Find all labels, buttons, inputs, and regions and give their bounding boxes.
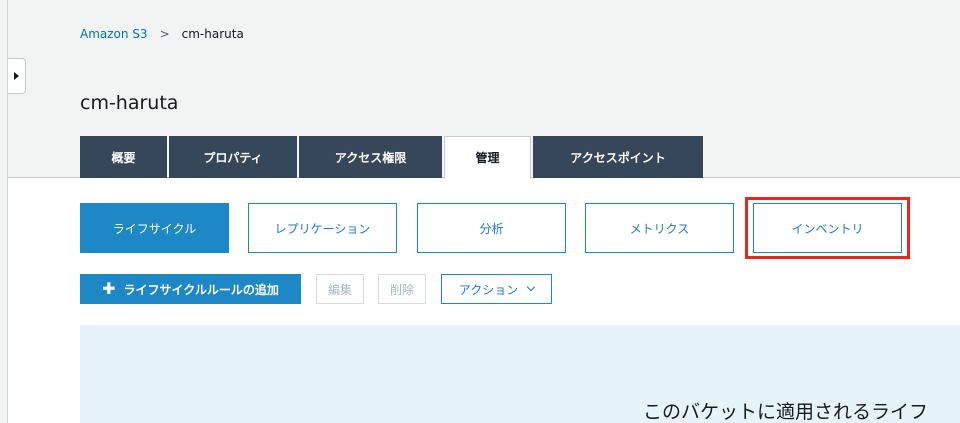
actions-label: アクション: [458, 282, 519, 297]
breadcrumb: Amazon S3 > cm-haruta: [80, 27, 244, 41]
chevron-down-icon: [526, 282, 536, 292]
breadcrumb-current: cm-haruta: [181, 27, 244, 41]
breadcrumb-separator: >: [159, 27, 170, 41]
caret-right-icon: [14, 72, 19, 80]
subtab-lifecycle[interactable]: ライフサイクル: [80, 203, 229, 253]
delete-button[interactable]: 削除: [378, 274, 426, 304]
plus-icon: ✚: [102, 279, 116, 298]
add-lifecycle-rule-button[interactable]: ✚ ライフサイクルルールの追加: [80, 274, 301, 304]
page-title: cm-haruta: [80, 92, 179, 114]
subtab-metrics[interactable]: メトリクス: [585, 203, 734, 253]
actions-dropdown[interactable]: アクション: [441, 274, 552, 304]
sidebar-toggle-button[interactable]: [8, 58, 26, 94]
subtab-replication[interactable]: レプリケーション: [248, 203, 397, 253]
breadcrumb-link-s3[interactable]: Amazon S3: [80, 27, 148, 41]
subtab-inventory[interactable]: インベントリ: [753, 203, 902, 253]
add-lifecycle-rule-label: ライフサイクルルールの追加: [123, 282, 279, 297]
tab-permissions[interactable]: アクセス権限: [299, 136, 442, 178]
tab-access-points[interactable]: アクセスポイント: [533, 136, 703, 178]
subtab-analytics[interactable]: 分析: [417, 203, 566, 253]
edit-button[interactable]: 編集: [316, 274, 364, 304]
tab-management[interactable]: 管理: [444, 136, 531, 179]
info-text: このバケットに適用されるライフ: [643, 401, 929, 423]
sidebar-rail: [0, 0, 8, 423]
tab-properties[interactable]: プロパティ: [169, 136, 297, 178]
info-panel: このバケットに適用されるライフ: [80, 325, 960, 423]
tab-overview[interactable]: 概要: [80, 136, 167, 178]
main-tabs: 概要 プロパティ アクセス権限 管理 アクセスポイント: [80, 136, 703, 179]
